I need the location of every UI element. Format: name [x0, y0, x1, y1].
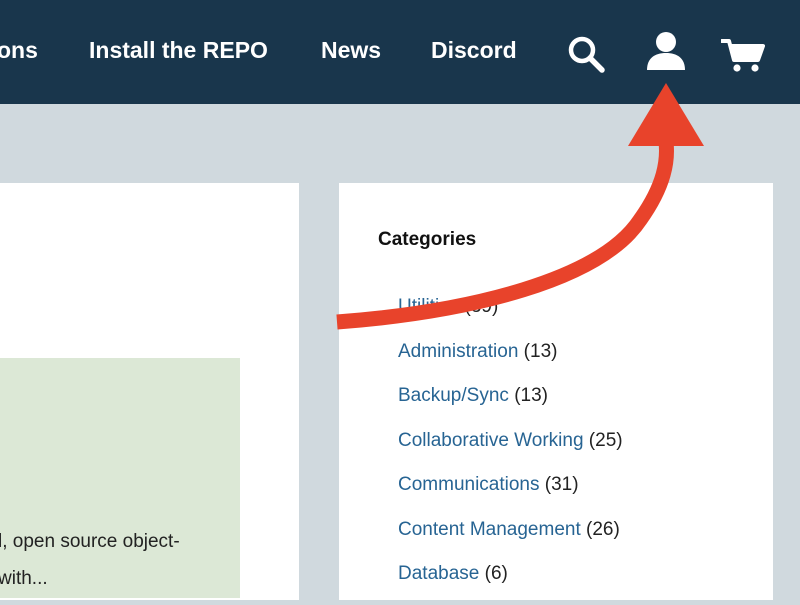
excerpt-line-2: with...	[0, 568, 48, 589]
category-link-communications[interactable]: Communications	[398, 474, 540, 495]
category-item: Backup/Sync (13)	[398, 382, 623, 427]
content-card: l, open source object- with...	[0, 183, 299, 600]
category-link-database[interactable]: Database	[398, 563, 479, 584]
category-link-backup-sync[interactable]: Backup/Sync	[398, 385, 509, 406]
category-item: Database (6)	[398, 560, 623, 605]
post-excerpt-box[interactable]: l, open source object- with...	[0, 358, 240, 598]
cart-icon[interactable]	[721, 38, 765, 74]
categories-list: Utilities (39) Administration (13) Backu…	[398, 293, 623, 605]
category-link-utilities[interactable]: Utilities	[398, 296, 459, 317]
category-link-collaborative-working[interactable]: Collaborative Working	[398, 430, 584, 451]
excerpt-line-1: l, open source object-	[0, 531, 180, 552]
category-count: (13)	[523, 340, 558, 362]
category-item: Communications (31)	[398, 471, 623, 516]
category-count: (13)	[514, 385, 548, 406]
category-item: Utilities (39)	[398, 293, 623, 338]
category-count: (6)	[484, 563, 508, 584]
sidebar-categories-card: Categories Utilities (39) Administration…	[339, 183, 773, 600]
nav-link-news[interactable]: News	[321, 34, 381, 66]
nav-link-install-repo[interactable]: Install the REPO	[89, 34, 268, 66]
category-count: (39)	[464, 296, 499, 317]
nav-link-options[interactable]: ons	[0, 34, 38, 66]
category-item: Content Management (26)	[398, 516, 623, 561]
top-navigation-bar: ons Install the REPO News Discord	[0, 0, 800, 104]
search-icon[interactable]	[566, 34, 606, 74]
category-link-content-management[interactable]: Content Management	[398, 519, 581, 540]
category-count: (25)	[588, 429, 623, 451]
user-icon[interactable]	[645, 30, 687, 72]
category-count: (26)	[586, 518, 620, 540]
category-link-administration[interactable]: Administration	[398, 341, 518, 362]
category-item: Collaborative Working (25)	[398, 427, 623, 472]
category-count: (31)	[544, 474, 579, 495]
categories-heading: Categories	[378, 229, 477, 250]
category-item: Administration (13)	[398, 338, 623, 383]
nav-link-discord[interactable]: Discord	[431, 34, 517, 66]
